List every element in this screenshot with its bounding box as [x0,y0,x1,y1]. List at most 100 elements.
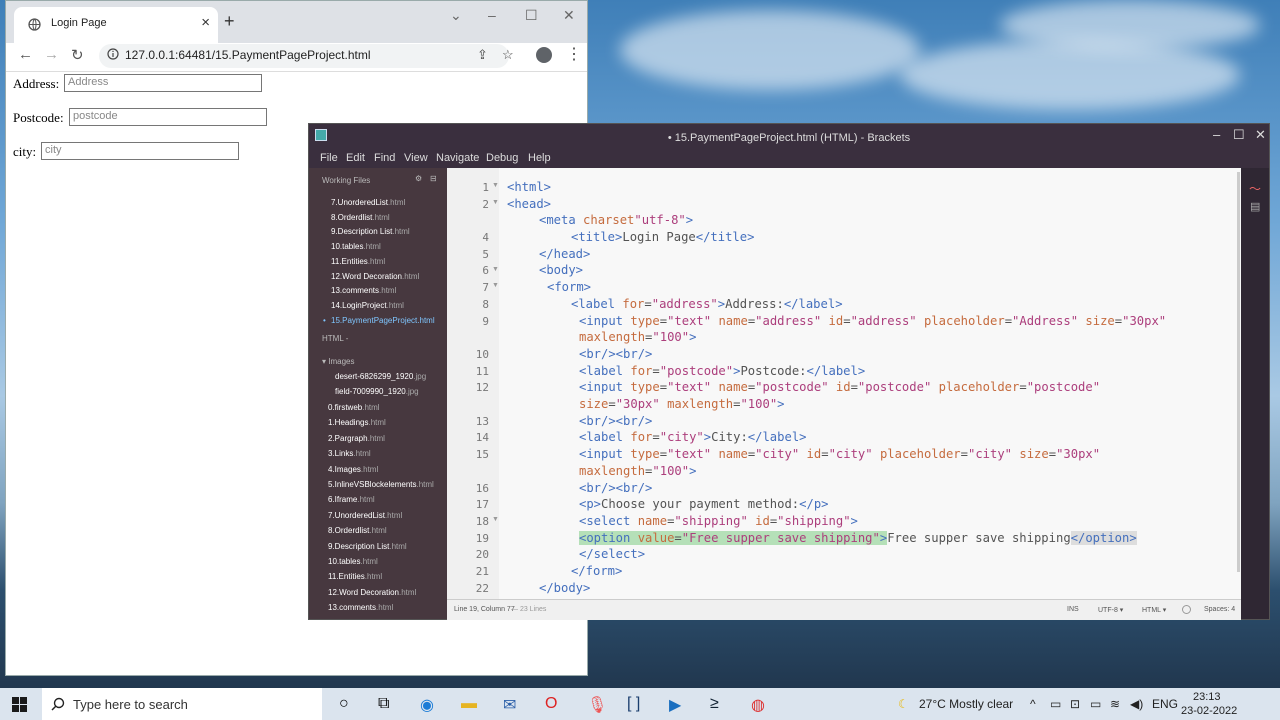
sidebar-file-item[interactable]: 10.tables.html [331,242,381,251]
images-folder[interactable]: ▾ Images [322,357,354,366]
battery-icon[interactable]: ▭ [1090,697,1101,711]
menu-find[interactable]: Find [374,152,395,164]
extension-manager-icon[interactable]: ▤ [1250,200,1260,213]
file-explorer-icon[interactable]: ▬ [461,695,477,713]
forward-icon[interactable]: → [44,46,59,63]
input-language[interactable]: ENG [1152,697,1178,711]
brackets-taskbar-icon[interactable]: [ ] [627,695,640,713]
url-text: 127.0.0.1:64481/15.PaymentPageProject.ht… [125,48,371,62]
windows-start-icon[interactable] [12,697,27,712]
cortana-icon[interactable]: ○ [339,695,349,713]
sidebar-file-item[interactable]: 14.LoginProject.html [331,301,404,310]
sidebar-file-item[interactable]: 13.comments.html [331,286,396,295]
task-view-icon[interactable]: ⧉ [378,695,389,713]
sidebar-file-item[interactable]: 0.firstweb.html [328,403,380,412]
profile-avatar[interactable] [536,47,552,63]
volume-icon[interactable]: ◀) [1130,697,1143,711]
clock-time[interactable]: 23:13 [1193,691,1221,703]
new-tab-icon[interactable]: + [224,11,235,32]
encoding-select[interactable]: UTF-8 ▾ [1098,606,1123,614]
sidebar-file-item[interactable]: 2.Pargraph.html [328,434,385,443]
maximize-icon[interactable]: ☐ [1233,127,1245,143]
menu-view[interactable]: View [404,152,428,164]
close-window-icon[interactable]: ✕ [563,7,575,24]
sidebar-file-item[interactable]: 4.Images.html [328,465,378,474]
sidebar-file-item[interactable]: 13.comments.html [328,603,393,612]
scrollbar[interactable] [1237,172,1240,572]
tray-device-icon[interactable]: ▭ [1050,697,1061,711]
share-icon[interactable]: ⇪ [477,47,488,63]
close-tab-icon[interactable]: × [201,14,210,31]
code-line: <html> [507,180,552,194]
ins-mode[interactable]: INS [1067,606,1079,613]
menu-navigate[interactable]: Navigate [436,152,479,164]
fold-arrow-icon[interactable]: ▼ [492,282,499,289]
clock-date[interactable]: 23-02-2022 [1181,705,1237,717]
project-header[interactable]: HTML - [322,334,348,343]
weather-text[interactable]: 27°C Mostly clear [919,697,1013,711]
sidebar-file-item[interactable]: desert-6826299_1920.jpg [335,372,426,381]
browser-tab[interactable]: Login Page × [14,7,218,43]
split-view-icon[interactable]: ⊟ [430,174,437,183]
code-editor[interactable]: 1 2 4 5 6 7 8 9 10 11 12 13 14 15 16 17 18 19 20 21 22 ▼ ▼ ▼… [447,168,1241,599]
info-icon[interactable] [107,48,119,60]
gear-icon[interactable]: ⚙ [415,174,422,183]
spaces-setting[interactable]: Spaces: 4 [1204,606,1235,613]
fold-arrow-icon[interactable]: ▼ [492,199,499,206]
sidebar-file-item[interactable]: 12.Word Decoration.html [331,272,419,281]
menu-file[interactable]: File [320,152,338,164]
reload-icon[interactable]: ↻ [71,46,84,64]
opera-icon[interactable]: O [545,695,557,713]
menu-edit[interactable]: Edit [346,152,365,164]
language-select[interactable]: HTML ▾ [1142,606,1166,614]
close-window-icon[interactable]: ✕ [1255,127,1266,143]
sidebar-file-item[interactable]: 9.Description List.html [331,227,410,236]
chevron-down-icon[interactable]: ⌄ [450,7,462,24]
sidebar-file-item[interactable]: 3.Links.html [328,449,371,458]
tab-title: Login Page [51,17,107,29]
media-player-icon[interactable]: ▶ [669,695,681,715]
fold-arrow-icon[interactable]: ▼ [492,266,499,273]
edge-icon[interactable]: ◉ [420,695,434,715]
chrome-icon[interactable]: ◍ [751,695,765,715]
code-line: <head> [507,197,552,211]
powershell-icon[interactable]: ≥ [710,695,719,713]
wifi-icon[interactable]: ≋ [1110,697,1120,711]
minimize-icon[interactable]: – [488,7,496,23]
sidebar-file-item[interactable]: 11.Entities.html [331,257,385,266]
chevron-up-icon[interactable]: ^ [1030,697,1036,711]
sidebar-file-item[interactable]: 7.UnorderedList.html [331,198,405,207]
more-menu-icon[interactable]: ⋮ [566,44,582,64]
live-preview-icon[interactable]: 〜 [1249,180,1261,197]
sidebar-file-item[interactable]: 1.Headings.html [328,418,386,427]
menu-debug[interactable]: Debug [486,152,518,164]
fold-arrow-icon[interactable]: ▼ [492,182,499,189]
postcode-input[interactable]: postcode [69,108,267,126]
sidebar-file-item[interactable]: 11.Entities.html [328,572,382,581]
address-input[interactable]: Address [64,74,262,92]
sidebar-file-item[interactable]: 7.UnorderedList.html [328,511,402,520]
sidebar-file-item[interactable]: 5.InlineVSBlockelements.html [328,480,434,489]
maximize-icon[interactable]: ☐ [525,7,538,24]
sidebar-file-item[interactable]: 6.Iframe.html [328,495,375,504]
sidebar-file-item[interactable]: 8.Orderdlist.html [331,213,390,222]
mail-icon[interactable]: ✉ [503,695,516,715]
line-number: 16 [475,482,489,495]
sidebar-file-item[interactable]: 8.Orderdlist.html [328,526,387,535]
sidebar-file-item[interactable]: field-7009990_1920.jpg [335,387,419,396]
minimize-icon[interactable]: – [1213,127,1220,142]
sidebar-file-item[interactable]: 9.Description List.html [328,542,407,551]
fold-arrow-icon[interactable]: ▼ [492,516,499,523]
sidebar-file-item[interactable]: 10.tables.html [328,557,378,566]
sidebar-file-item[interactable]: 12.Word Decoration.html [328,588,416,597]
sidebar-file-item[interactable]: 15.PaymentPageProject.html [331,316,435,325]
back-icon[interactable]: ← [18,46,33,63]
bookmark-star-icon[interactable]: ☆ [502,47,514,63]
url-field[interactable]: 127.0.0.1:64481/15.PaymentPageProject.ht… [99,44,514,68]
menu-help[interactable]: Help [528,152,551,164]
meet-now-icon[interactable]: ⊡ [1070,697,1080,711]
linter-status-icon[interactable] [1182,605,1191,614]
taskbar-search[interactable]: Type here to search [42,688,322,720]
city-input[interactable]: city [41,142,239,160]
microphone-icon[interactable]: 🎙 [587,695,607,715]
